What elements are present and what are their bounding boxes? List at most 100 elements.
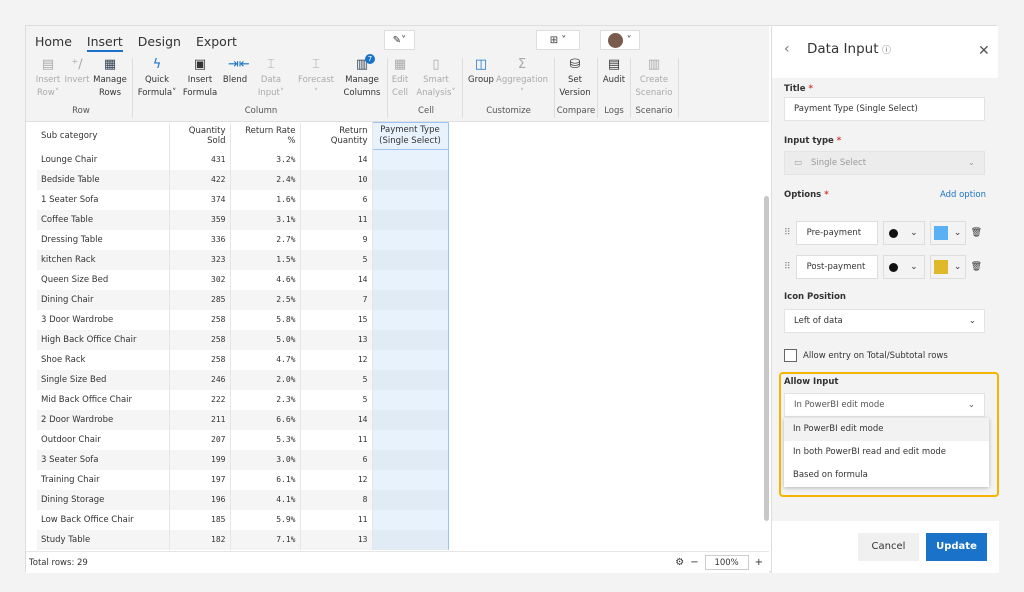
payment-type-cell[interactable] (371, 329, 449, 350)
return-quantity-cell[interactable]: 14 (300, 409, 373, 430)
icon-shape-select[interactable]: ⌄ (882, 255, 925, 279)
sub-category-cell[interactable]: Study Table (37, 529, 170, 550)
blend-button[interactable]: ⇥⇤ Blend (221, 58, 250, 87)
return-quantity-cell[interactable]: 8 (300, 489, 373, 510)
title-input[interactable]: Payment Type (Single Select) (784, 97, 985, 121)
sub-category-cell[interactable]: Queen Size Bed (37, 269, 170, 290)
close-icon[interactable]: ✕ (978, 43, 990, 59)
comment-button[interactable]: ⊞ ˅ (536, 30, 580, 50)
edit-mode-button[interactable]: ✎˅ (384, 30, 415, 50)
quantity-sold-cell[interactable]: 336 (169, 229, 231, 250)
return-quantity-cell[interactable]: 12 (300, 469, 373, 490)
quantity-sold-cell[interactable]: 246 (169, 369, 231, 390)
payment-type-cell[interactable] (371, 209, 449, 230)
return-quantity-cell[interactable]: 15 (300, 309, 373, 330)
return-rate-cell[interactable]: 5.8% (230, 309, 301, 330)
return-quantity-cell[interactable]: 11 (300, 209, 373, 230)
vertical-scrollbar[interactable] (764, 196, 769, 521)
cancel-button[interactable]: Cancel (858, 533, 919, 561)
payment-type-cell[interactable] (371, 269, 449, 290)
payment-type-cell[interactable] (371, 249, 449, 270)
icon-shape-select[interactable]: ⌄ (882, 221, 925, 245)
quantity-sold-cell[interactable]: 359 (169, 209, 231, 230)
return-quantity-cell[interactable]: 13 (300, 329, 373, 350)
option-label-input[interactable]: Pre-payment (795, 221, 878, 245)
quantity-sold-cell[interactable]: 323 (169, 249, 231, 270)
allow-total-checkbox[interactable] (784, 349, 797, 362)
return-rate-cell[interactable]: 5.3% (230, 429, 301, 450)
sub-category-cell[interactable]: Training Chair (37, 469, 170, 490)
sub-category-cell[interactable]: Lounge Chair (37, 149, 170, 170)
return-rate-cell[interactable]: 6.6% (230, 409, 301, 430)
icon-position-select[interactable]: Left of data ⌄ (784, 309, 985, 333)
return-rate-cell[interactable]: 3.1% (230, 209, 301, 230)
quick-formula-button[interactable]: ϟ Quick Formula˅ (134, 58, 180, 100)
quantity-sold-cell[interactable]: 185 (169, 509, 231, 530)
quantity-sold-cell[interactable]: 196 (169, 489, 231, 510)
insert-row-button[interactable]: ▤ Insert Row˅ (30, 58, 66, 100)
return-quantity-cell[interactable]: 13 (300, 529, 373, 550)
return-quantity-cell[interactable]: 14 (300, 149, 373, 170)
quantity-sold-cell[interactable]: 197 (169, 469, 231, 490)
aggregation-button[interactable]: Σ Aggregation ˅ (496, 58, 548, 100)
payment-type-cell[interactable] (371, 469, 449, 490)
sub-category-cell[interactable]: Bedside Table (37, 169, 170, 190)
sub-category-cell[interactable]: 2 Door Wardrobe (37, 409, 170, 430)
manage-columns-button[interactable]: ▥ 7 Manage Columns (342, 54, 382, 100)
quantity-sold-cell[interactable]: 182 (169, 529, 231, 550)
payment-type-cell[interactable] (371, 289, 449, 310)
return-quantity-cell[interactable]: 5 (300, 249, 373, 270)
sub-category-cell[interactable]: kitchen Rack (37, 249, 170, 270)
zoom-out-button[interactable]: − (690, 557, 698, 568)
sub-category-cell[interactable]: Single Size Bed (37, 369, 170, 390)
return-rate-cell[interactable]: 6.1% (230, 469, 301, 490)
payment-type-cell[interactable] (371, 169, 449, 190)
quantity-sold-cell[interactable]: 285 (169, 289, 231, 310)
smart-analysis-button[interactable]: ▯ Smart Analysis˅ (414, 58, 458, 100)
return-quantity-cell[interactable]: 14 (300, 269, 373, 290)
input-type-select[interactable]: ▭ Single Select ⌄ (784, 151, 985, 175)
return-quantity-cell[interactable]: 12 (300, 349, 373, 370)
return-rate-cell[interactable]: 2.3% (230, 389, 301, 410)
return-rate-cell[interactable]: 4.6% (230, 269, 301, 290)
return-quantity-cell[interactable]: 6 (300, 189, 373, 210)
payment-type-cell[interactable] (371, 149, 449, 170)
payment-type-cell[interactable] (371, 429, 449, 450)
quantity-sold-cell[interactable]: 302 (169, 269, 231, 290)
return-rate-cell[interactable]: 2.4% (230, 169, 301, 190)
tab-home[interactable]: Home (35, 34, 72, 52)
return-rate-cell[interactable]: 2.7% (230, 229, 301, 250)
quantity-sold-cell[interactable]: 422 (169, 169, 231, 190)
return-rate-cell[interactable]: 2.5% (230, 289, 301, 310)
column-header-payment-type[interactable]: Payment Type (Single Select) (371, 122, 449, 150)
back-icon[interactable]: ‹ (784, 41, 790, 57)
sub-category-cell[interactable]: Outdoor Chair (37, 429, 170, 450)
color-select[interactable]: ⌄ (929, 255, 966, 279)
user-menu-button[interactable]: ˅ (600, 30, 640, 50)
quantity-sold-cell[interactable]: 207 (169, 429, 231, 450)
edit-cell-button[interactable]: ▦ Edit Cell (388, 58, 412, 100)
drag-handle-icon[interactable]: ⠿ (784, 228, 791, 238)
zoom-level-input[interactable]: 100% (704, 555, 749, 570)
quantity-sold-cell[interactable]: 258 (169, 309, 231, 330)
return-quantity-cell[interactable]: 9 (300, 229, 373, 250)
allow-input-select[interactable]: In PowerBI edit mode ⌄ (784, 393, 985, 417)
update-button[interactable]: Update (926, 533, 987, 561)
create-scenario-button[interactable]: ▥ Create Scenario (634, 58, 674, 100)
return-quantity-cell[interactable]: 5 (300, 389, 373, 410)
dropdown-option[interactable]: In both PowerBI read and edit mode (784, 441, 989, 464)
sub-category-cell[interactable]: Coffee Table (37, 209, 170, 230)
tab-insert[interactable]: Insert (86, 34, 123, 52)
zoom-in-button[interactable]: + (755, 557, 763, 568)
sub-category-cell[interactable]: Shoe Rack (37, 349, 170, 370)
return-quantity-cell[interactable]: 5 (300, 369, 373, 390)
data-input-button[interactable]: ⌶ Data Input˅ (256, 58, 286, 100)
payment-type-cell[interactable] (371, 449, 449, 470)
return-rate-cell[interactable]: 5.9% (230, 509, 301, 530)
tab-design[interactable]: Design (138, 34, 181, 52)
payment-type-cell[interactable] (371, 509, 449, 530)
add-option-link[interactable]: Add option (940, 190, 986, 200)
trash-icon[interactable]: 🗑 (971, 262, 982, 272)
payment-type-cell[interactable] (371, 389, 449, 410)
sub-category-cell[interactable]: Dressing Table (37, 229, 170, 250)
